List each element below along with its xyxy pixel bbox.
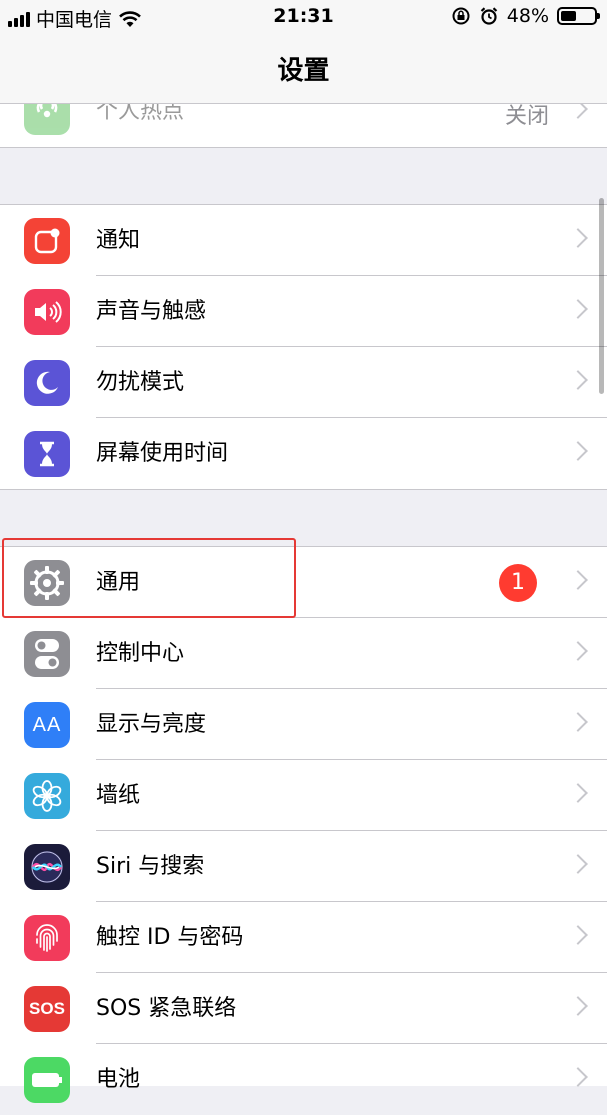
chevron-right-icon bbox=[568, 370, 588, 390]
settings-group-alerts: 通知 声音与触感 勿扰模式 屏幕使用时间 bbox=[0, 204, 607, 490]
settings-row-label: 触控 ID 与密码 bbox=[96, 925, 244, 950]
status-right: 48% bbox=[451, 5, 600, 27]
page-title: 设置 bbox=[277, 56, 330, 86]
battery-level-fill bbox=[561, 11, 576, 21]
chevron-right-icon bbox=[568, 441, 588, 461]
battery-icon bbox=[24, 1057, 70, 1103]
chevron-right-icon bbox=[568, 228, 588, 248]
settings-row-label: 显示与亮度 bbox=[96, 712, 207, 737]
settings-row-do-not-disturb[interactable]: 勿扰模式 bbox=[0, 347, 607, 418]
vertical-scrollbar[interactable] bbox=[599, 198, 604, 394]
chevron-right-icon bbox=[568, 925, 588, 945]
settings-row-label: 控制中心 bbox=[96, 641, 185, 666]
settings-row-label: 屏幕使用时间 bbox=[96, 441, 229, 466]
chevron-right-icon bbox=[568, 570, 588, 590]
settings-row-emergency-sos[interactable]: SOS SOS 紧急联络 bbox=[0, 973, 607, 1044]
chevron-right-icon bbox=[568, 712, 588, 732]
settings-row-touch-id[interactable]: 触控 ID 与密码 bbox=[0, 902, 607, 973]
general-row-highlight-box bbox=[2, 538, 296, 618]
navigation-bar: 设置 bbox=[0, 34, 607, 104]
fingerprint-icon bbox=[24, 915, 70, 961]
settings-row-control-center[interactable]: 控制中心 bbox=[0, 618, 607, 689]
settings-row-label: SOS 紧急联络 bbox=[96, 996, 237, 1021]
toggles-icon bbox=[24, 631, 70, 677]
settings-group-device: 通用 1 控制中心 AA 显示与亮度 墙纸 Siri 与搜索 触控 ID 与密码… bbox=[0, 546, 607, 1103]
battery-icon bbox=[557, 7, 600, 25]
settings-row-label: 声音与触感 bbox=[96, 299, 207, 324]
settings-row-label: 勿扰模式 bbox=[96, 370, 185, 395]
chevron-right-icon bbox=[568, 854, 588, 874]
flower-icon bbox=[24, 773, 70, 819]
battery-percent: 48% bbox=[506, 5, 549, 27]
settings-row-label: Siri 与搜索 bbox=[96, 854, 205, 879]
settings-row-siri[interactable]: Siri 与搜索 bbox=[0, 831, 607, 902]
settings-row-sounds[interactable]: 声音与触感 bbox=[0, 276, 607, 347]
text-size-glyph: AA bbox=[32, 713, 62, 736]
settings-row-display[interactable]: AA 显示与亮度 bbox=[0, 689, 607, 760]
chevron-right-icon bbox=[568, 783, 588, 803]
speaker-icon bbox=[24, 289, 70, 335]
chevron-right-icon bbox=[568, 996, 588, 1016]
settings-row-wallpaper[interactable]: 墙纸 bbox=[0, 760, 607, 831]
sos-icon: SOS bbox=[24, 986, 70, 1032]
siri-icon bbox=[24, 844, 70, 890]
status-bar: 中国电信 21:31 48% bbox=[0, 0, 607, 34]
text-size-icon: AA bbox=[24, 702, 70, 748]
rotation-lock-icon bbox=[452, 7, 470, 25]
settings-row-notifications[interactable]: 通知 bbox=[0, 205, 607, 276]
sos-glyph: SOS bbox=[29, 999, 65, 1018]
chevron-right-icon bbox=[568, 641, 588, 661]
settings-row-label: 通知 bbox=[96, 228, 141, 253]
settings-row-label: 墙纸 bbox=[96, 783, 141, 808]
settings-row-label: 电池 bbox=[96, 1067, 141, 1092]
update-badge: 1 bbox=[499, 564, 537, 602]
moon-icon bbox=[24, 360, 70, 406]
alarm-icon bbox=[480, 7, 498, 25]
chevron-right-icon bbox=[568, 1067, 588, 1087]
hourglass-icon bbox=[24, 431, 70, 477]
settings-row-screen-time[interactable]: 屏幕使用时间 bbox=[0, 418, 607, 489]
notifications-icon bbox=[24, 218, 70, 264]
chevron-right-icon bbox=[568, 299, 588, 319]
